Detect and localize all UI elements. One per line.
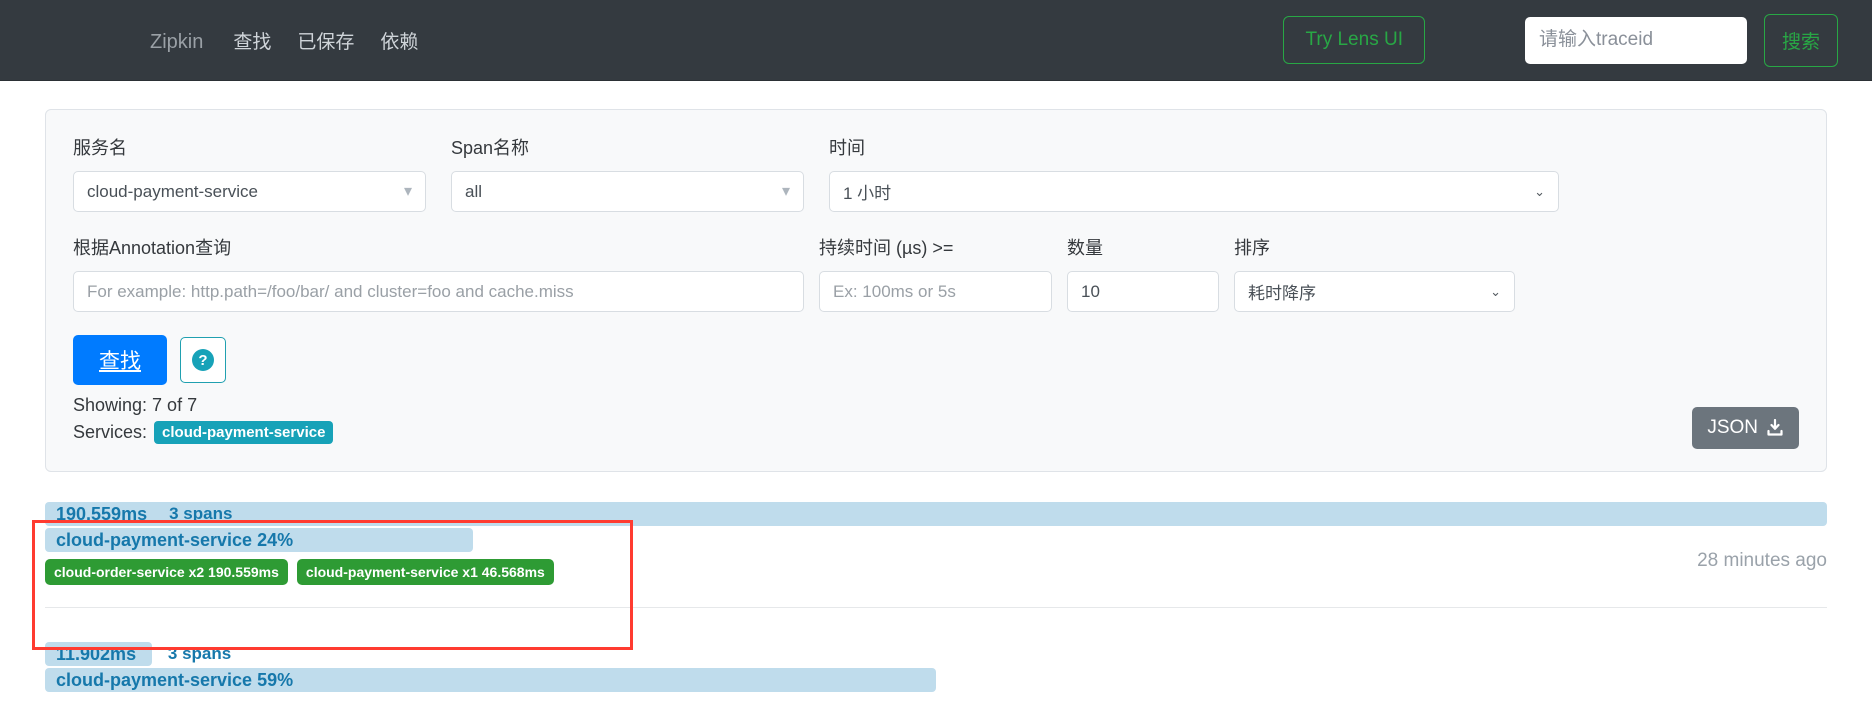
service-chip[interactable]: cloud-payment-service x1 46.568ms <box>296 559 554 585</box>
min-duration-label: 持续时间 (µs) >= <box>819 238 954 258</box>
trace-separator <box>45 607 1827 608</box>
question-mark-icon: ? <box>192 349 214 371</box>
trace-duration-bar[interactable]: 190.559ms 3 spans <box>45 502 1827 526</box>
showing-count: Showing: 7 of 7 <box>73 395 333 416</box>
limit-field: 数量 10 <box>1067 234 1219 312</box>
trace-duration-bar[interactable]: 11.902ms <box>45 642 152 666</box>
trace-duration: 190.559ms <box>56 503 148 524</box>
trace-root-service: cloud-payment-service 24% <box>56 529 294 550</box>
sort-order-select[interactable]: 耗时降序 ⌄ <box>1234 271 1515 312</box>
service-name-select[interactable]: cloud-payment-service ▾ <box>73 171 426 212</box>
trace-timestamp: 28 minutes ago <box>1697 550 1827 571</box>
json-button-label: JSON <box>1707 417 1758 438</box>
annotation-query-field: 根据Annotation查询 For example: http.path=/f… <box>73 234 804 312</box>
nav-brand-zipkin[interactable]: Zipkin <box>150 31 203 54</box>
nav-item-dependencies[interactable]: 依赖 <box>380 27 418 54</box>
limit-input[interactable]: 10 <box>1067 271 1219 312</box>
trace-duration: 11.902ms <box>56 643 137 664</box>
search-row-2: 根据Annotation查询 For example: http.path=/f… <box>73 234 1799 312</box>
min-duration-input[interactable]: Ex: 100ms or 5s <box>819 271 1052 312</box>
min-duration-field: 持续时间 (µs) >= Ex: 100ms or 5s <box>819 234 1052 312</box>
annotation-query-label: 根据Annotation查询 <box>73 238 232 258</box>
limit-value: 10 <box>1081 281 1100 301</box>
trace-results-list: 190.559ms 3 spans cloud-payment-service … <box>45 494 1827 710</box>
find-button[interactable]: 查找 <box>73 335 167 385</box>
trace-root-service: cloud-payment-service 59% <box>56 669 294 690</box>
help-button[interactable]: ? <box>180 337 226 383</box>
time-range-select[interactable]: 1 小时 ⌄ <box>829 171 1559 212</box>
results-meta: Showing: 7 of 7 Services: cloud-payment-… <box>73 395 1799 449</box>
chevron-down-icon: ⌄ <box>1534 184 1545 199</box>
trace-service-chips: cloud-order-service x2 190.559ms cloud-p… <box>45 559 1827 585</box>
sort-order-value: 耗时降序 <box>1248 284 1316 303</box>
services-label: Services: <box>73 422 148 442</box>
sort-order-label: 排序 <box>1234 238 1270 258</box>
search-actions: 查找 ? <box>73 335 1799 385</box>
page-body: 服务名 cloud-payment-service ▾ Span名称 all ▾… <box>0 109 1872 710</box>
search-row-1: 服务名 cloud-payment-service ▾ Span名称 all ▾… <box>73 134 1799 212</box>
try-lens-ui-button[interactable]: Try Lens UI <box>1283 16 1425 64</box>
trace-span-count-wrap: 3 spans <box>168 642 231 666</box>
service-name-field: 服务名 cloud-payment-service ▾ <box>73 134 426 212</box>
limit-label: 数量 <box>1067 238 1103 258</box>
service-chip[interactable]: cloud-order-service x2 190.559ms <box>45 559 288 585</box>
annotation-query-placeholder: For example: http.path=/foo/bar/ and clu… <box>87 281 574 301</box>
span-name-value: all <box>465 181 483 201</box>
services-line: Services: cloud-payment-service <box>73 421 334 444</box>
traceid-search-input[interactable] <box>1524 16 1747 64</box>
annotation-query-input[interactable]: For example: http.path=/foo/bar/ and clu… <box>73 271 804 312</box>
nav-links: Zipkin 查找 已保存 依赖 <box>150 27 444 54</box>
span-name-select[interactable]: all ▾ <box>451 171 804 212</box>
showing-count-text: Showing: 7 of 7 <box>73 395 198 415</box>
trace-row[interactable]: 11.902ms 3 spans cloud-payment-service 5… <box>45 626 1827 710</box>
time-range-value: 1 小时 <box>843 184 892 203</box>
trace-span-count: 3 spans <box>169 504 233 523</box>
trace-span-count: 3 spans <box>167 644 232 663</box>
download-icon <box>1767 419 1783 436</box>
trace-row[interactable]: 190.559ms 3 spans cloud-payment-service … <box>45 494 1827 626</box>
span-name-label: Span名称 <box>451 138 530 158</box>
trace-service-bar[interactable]: cloud-payment-service 59% <box>45 668 936 692</box>
time-range-label: 时间 <box>829 138 865 158</box>
json-download-button[interactable]: JSON <box>1692 407 1799 449</box>
nav-item-saved[interactable]: 已保存 <box>297 27 354 54</box>
chevron-down-icon: ⌄ <box>1490 284 1501 299</box>
trace-service-bar[interactable]: cloud-payment-service 24% <box>45 528 473 552</box>
search-button[interactable]: 搜索 <box>1763 13 1838 67</box>
service-badge: cloud-payment-service <box>154 421 334 444</box>
nav-item-find[interactable]: 查找 <box>233 27 271 54</box>
service-name-label: 服务名 <box>73 138 127 158</box>
search-panel: 服务名 cloud-payment-service ▾ Span名称 all ▾… <box>45 109 1827 472</box>
meta-lines: Showing: 7 of 7 Services: cloud-payment-… <box>73 395 334 449</box>
top-navbar: Zipkin 查找 已保存 依赖 Try Lens UI 搜索 <box>0 0 1872 81</box>
time-range-field: 时间 1 小时 ⌄ <box>829 134 1559 212</box>
chevron-down-icon: ▾ <box>403 182 412 200</box>
min-duration-placeholder: Ex: 100ms or 5s <box>833 281 956 301</box>
service-name-value: cloud-payment-service <box>87 181 259 201</box>
span-name-field: Span名称 all ▾ <box>451 134 804 212</box>
sort-order-field: 排序 耗时降序 ⌄ <box>1234 234 1515 312</box>
chevron-down-icon: ▾ <box>781 182 790 200</box>
